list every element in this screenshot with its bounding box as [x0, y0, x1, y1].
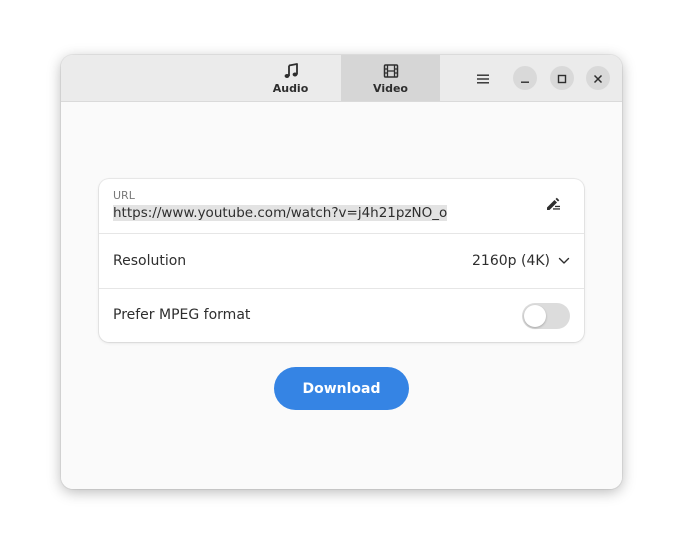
minimize-icon [520, 69, 530, 88]
tab-audio-label: Audio [272, 81, 309, 95]
url-label: URL [113, 189, 135, 202]
close-button[interactable] [586, 66, 610, 90]
hamburger-menu-icon [477, 69, 489, 88]
edit-pencil-icon [545, 196, 561, 216]
resolution-dropdown[interactable]: 2160p (4K) [472, 250, 570, 272]
settings-card: URL https://www.youtube.com/watch?v=j4h2… [99, 179, 584, 342]
tab-audio[interactable]: Audio [241, 55, 340, 101]
music-note-icon [283, 62, 299, 80]
chevron-down-icon [558, 253, 570, 269]
edit-url-button[interactable] [542, 195, 564, 217]
prefer-mpeg-row[interactable]: Prefer MPEG format [99, 289, 584, 342]
maximize-icon [557, 69, 567, 88]
film-icon [383, 62, 399, 80]
tab-video[interactable]: Video [341, 55, 440, 101]
tab-video-label: Video [373, 81, 408, 95]
main-content: URL https://www.youtube.com/watch?v=j4h2… [61, 102, 622, 489]
url-input[interactable]: https://www.youtube.com/watch?v=j4h21pzN… [113, 204, 448, 222]
url-value: https://www.youtube.com/watch?v=j4h21pzN… [113, 205, 448, 221]
main-menu-button[interactable] [470, 65, 496, 91]
download-button[interactable]: Download [274, 367, 409, 410]
switch-knob [524, 305, 546, 327]
minimize-button[interactable] [513, 66, 537, 90]
resolution-selected-value: 2160p (4K) [472, 253, 550, 269]
resolution-row[interactable]: Resolution 2160p (4K) [99, 234, 584, 289]
prefer-mpeg-label: Prefer MPEG format [113, 307, 251, 323]
maximize-button[interactable] [550, 66, 574, 90]
headerbar: Audio Video [61, 55, 622, 102]
close-icon [593, 69, 603, 88]
prefer-mpeg-switch[interactable] [522, 303, 570, 329]
resolution-label: Resolution [113, 253, 187, 269]
url-row[interactable]: URL https://www.youtube.com/watch?v=j4h2… [99, 179, 584, 234]
app-window: Audio Video URL https://www.youtube.com/… [61, 55, 622, 489]
